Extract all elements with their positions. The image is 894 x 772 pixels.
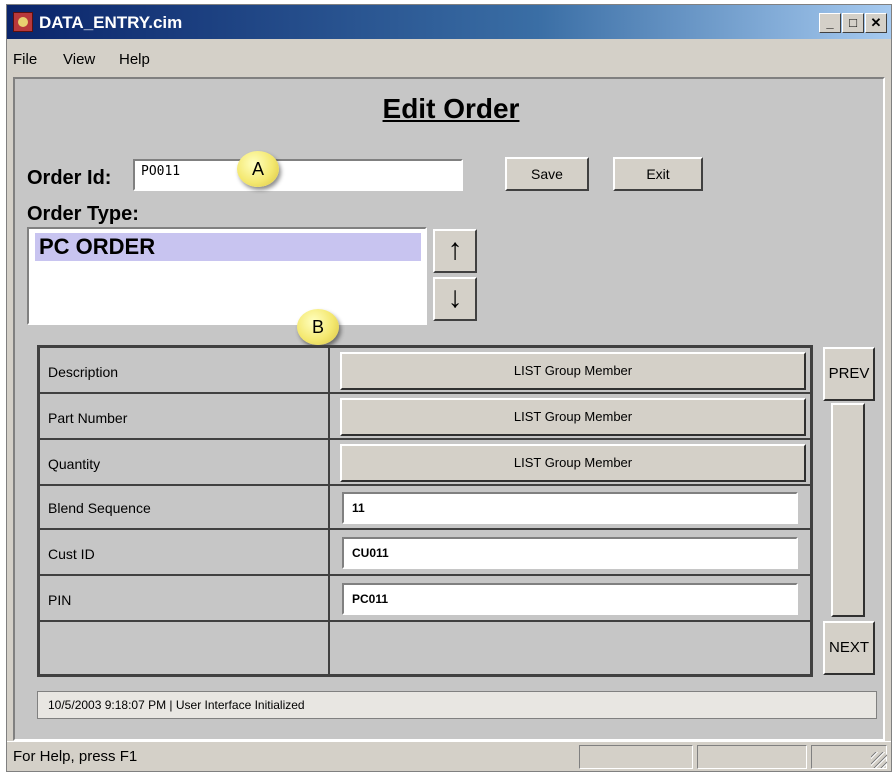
status-bar: For Help, press F1 [7,741,891,771]
order-type-label: Order Type: [27,203,139,225]
row-label: Quantity [48,456,101,472]
arrow-down-icon: ↓ [447,281,463,314]
maximize-button[interactable]: □ [842,13,864,33]
window-title: DATA_ENTRY.cim [39,13,183,32]
prev-button[interactable]: PREV [823,347,875,401]
row-label: Blend Sequence [48,500,151,516]
status-help-text: For Help, press F1 [13,748,138,765]
cust-id-input[interactable]: CU011 [342,537,798,569]
row-label: Part Number [48,410,128,426]
exit-button[interactable]: Exit [613,157,703,191]
status-message: 10/5/2003 9:18:07 PM | User Interface In… [37,691,877,719]
arrow-up-icon: ↑ [447,233,463,266]
status-pane [579,745,693,769]
data-grid: Description LIST Group Member Part Numbe… [37,345,813,677]
list-group-member-button[interactable]: LIST Group Member [340,398,806,436]
callout-b: B [297,309,339,345]
table-row: Part Number LIST Group Member [40,394,810,440]
row-label: Cust ID [48,546,95,562]
app-window: DATA_ENTRY.cim _ □ ✕ File View Help Edit… [6,4,892,772]
order-id-label: Order Id: [27,167,112,189]
table-row: Cust ID CU011 [40,530,810,576]
list-group-member-button[interactable]: LIST Group Member [340,444,806,482]
arrow-down-button[interactable]: ↓ [433,277,477,321]
pin-input[interactable]: PC011 [342,583,798,615]
order-id-input[interactable]: PO011 [133,159,463,191]
callout-a: A [237,151,279,187]
blend-sequence-input[interactable]: 11 [342,492,798,524]
record-scrollbar[interactable] [831,403,865,617]
title-bar: DATA_ENTRY.cim _ □ ✕ [7,5,891,39]
row-label: PIN [48,592,72,608]
menu-help[interactable]: Help [119,51,150,68]
table-row: Blend Sequence 11 [40,486,810,530]
form-area: Edit Order Order Id: PO011 A Save Exit O… [13,77,885,741]
close-button[interactable]: ✕ [865,13,887,33]
minimize-button[interactable]: _ [819,13,841,33]
page-title: Edit Order [382,93,520,124]
list-item-selected[interactable]: PC ORDER [35,233,421,261]
table-row: PIN PC011 [40,576,810,622]
app-icon[interactable] [13,12,33,32]
menu-bar: File View Help [7,41,891,75]
resize-grip-icon[interactable] [871,752,887,768]
next-button[interactable]: NEXT [823,621,875,675]
menu-file[interactable]: File [13,51,37,68]
save-button[interactable]: Save [505,157,589,191]
status-pane [697,745,807,769]
table-row-empty [40,622,810,674]
table-row: Description LIST Group Member [40,348,810,394]
arrow-up-button[interactable]: ↑ [433,229,477,273]
row-label: Description [48,364,119,380]
list-group-member-button[interactable]: LIST Group Member [340,352,806,390]
table-row: Quantity LIST Group Member [40,440,810,486]
menu-view[interactable]: View [63,51,95,68]
order-type-listbox[interactable]: PC ORDER [27,227,427,325]
